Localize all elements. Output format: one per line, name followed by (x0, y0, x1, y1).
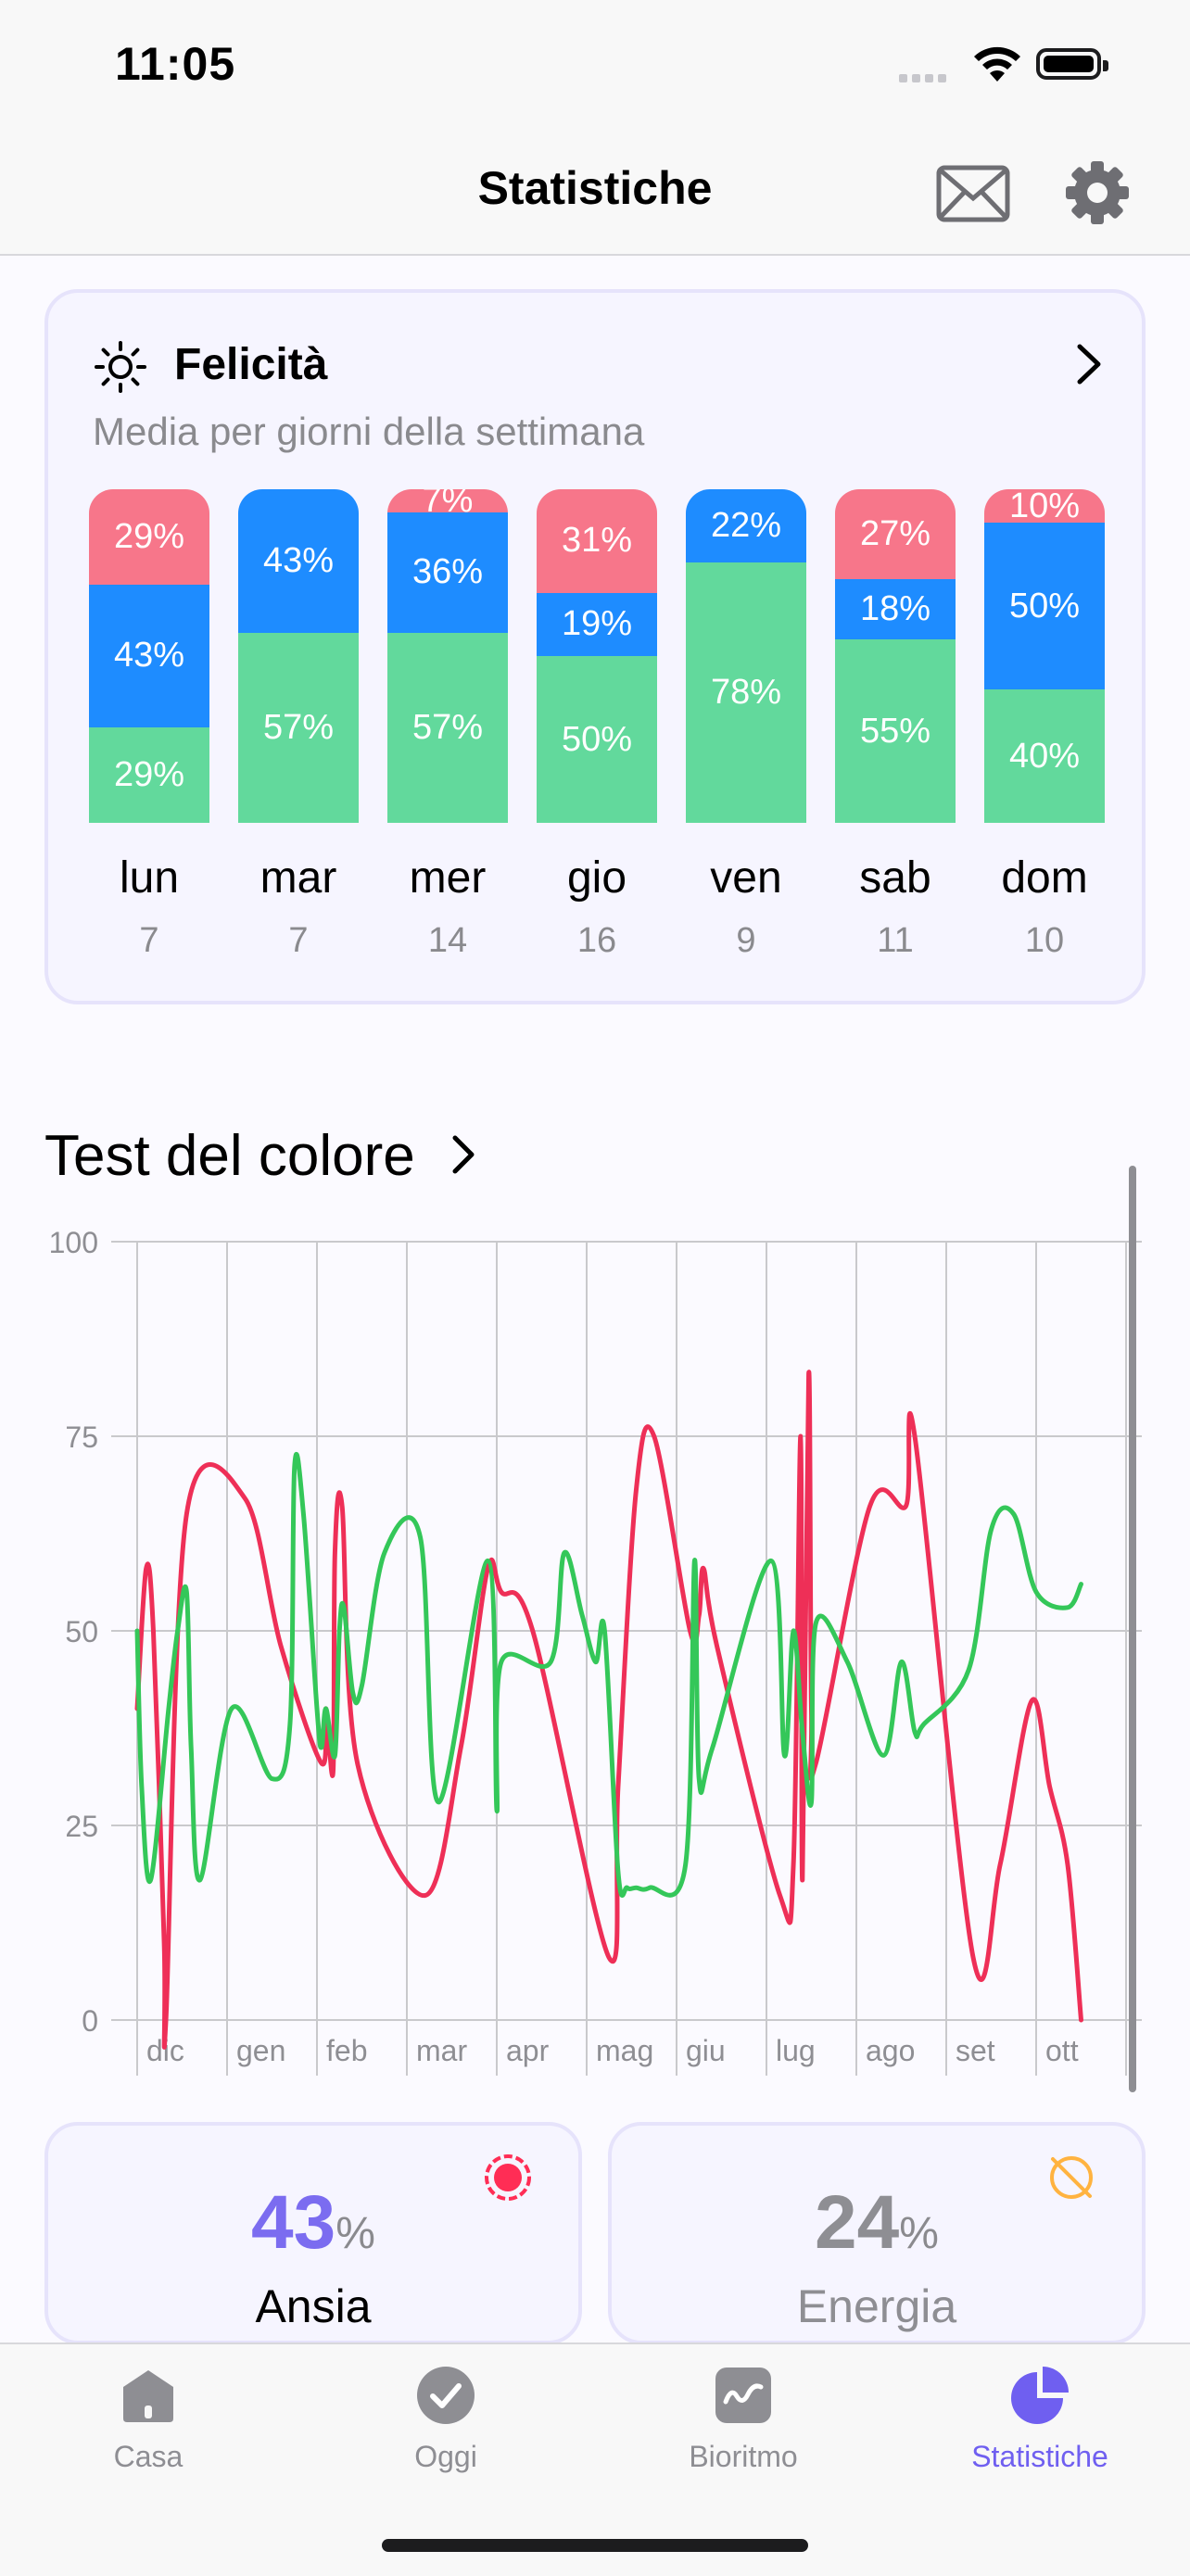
status-time: 11:05 (115, 38, 236, 90)
bar-segment-blue: 22% (686, 489, 806, 563)
day-label: sab (859, 853, 931, 903)
anxiety-value: 43 (251, 2180, 336, 2265)
energy-value: 24 (815, 2180, 900, 2265)
house-icon (123, 2370, 173, 2422)
x-tick-label: mag (596, 2034, 653, 2067)
day-label: mer (409, 853, 487, 903)
color-test-chart: 0255075100dic gen feb mar apr mag giu lug ago set… (49, 1226, 1142, 2076)
bar-segment-red: 29% (89, 489, 209, 586)
x-tick-label: mar (416, 2034, 467, 2067)
x-tick-label: lug (776, 2034, 816, 2067)
day-bar-gio: 31% 19% 50% (537, 489, 657, 823)
bar-segment-green: 57% (387, 632, 508, 823)
color-test-title[interactable]: Test del colore (44, 1123, 415, 1189)
gear-icon[interactable] (1064, 159, 1131, 226)
x-tick-label: giu (686, 2034, 726, 2067)
x-tick-label: ago (866, 2034, 915, 2067)
bar-segment-green: 29% (89, 726, 209, 823)
x-tick-label: apr (506, 2034, 550, 2067)
energy-value-group: 24% (612, 2179, 1142, 2267)
tab-label: Oggi (414, 2440, 477, 2473)
energy-label: Energia (796, 2280, 957, 2332)
tab-bioritmo[interactable]: Bioritmo (632, 2365, 855, 2474)
checkmark-circle-icon (417, 2367, 475, 2424)
happiness-card[interactable]: Felicità Media per giorni della settiman… (44, 289, 1146, 1004)
bar-segment-red: 31% (537, 489, 657, 593)
anxiety-label: Ansia (255, 2280, 372, 2332)
bar-segment-red: 27% (835, 489, 956, 580)
bar-segment-green: 50% (537, 656, 657, 823)
tab-casa[interactable]: Casa (37, 2365, 260, 2474)
tab-oggi[interactable]: Oggi (335, 2365, 557, 2474)
waveform-chart-icon (715, 2368, 771, 2423)
bar-segment-blue: 43% (89, 585, 209, 727)
y-tick-label: 100 (49, 1226, 98, 1259)
day-count: 14 (427, 921, 468, 960)
bar-segment-green: 55% (835, 639, 956, 823)
bar-segment-blue: 18% (835, 579, 956, 639)
tab-label: Statistiche (971, 2440, 1108, 2473)
day-count: 9 (736, 921, 756, 960)
tab-statistiche[interactable]: Statistiche (929, 2365, 1151, 2474)
pie-chart-icon (1011, 2367, 1069, 2424)
energy-tile[interactable]: 24% Energia (608, 2122, 1146, 2344)
day-bar-mer: 7% 36% 57% (387, 489, 508, 823)
x-tick-label: feb (326, 2034, 367, 2067)
day-count: 16 (576, 921, 617, 960)
y-tick-label: 25 (65, 1810, 98, 1843)
day-count: 11 (877, 921, 914, 960)
day-bar-ven: 22% 78% (686, 489, 806, 823)
x-tick-label: ott (1045, 2034, 1079, 2067)
bar-segment-blue: 43% (238, 489, 359, 633)
card-title: Felicità (174, 340, 328, 389)
scroll-indicator[interactable] (1129, 1166, 1136, 2092)
navigation-bar: Statistiche (0, 139, 1190, 256)
status-bar: 11:05 (0, 0, 1190, 139)
day-label: gio (566, 853, 627, 903)
chevron-right-icon[interactable] (1075, 343, 1103, 385)
sun-icon (95, 341, 146, 393)
bar-segment-blue: 19% (537, 592, 657, 656)
bar-segment-green: 57% (238, 632, 359, 823)
day-label: lun (119, 853, 180, 903)
day-count: 7 (139, 921, 159, 960)
day-bar-mar: 43% 57% (238, 489, 359, 823)
day-bar-sab: 27% 18% 55% (835, 489, 956, 823)
chevron-right-icon[interactable] (450, 1134, 476, 1175)
bar-segment-red: 7% (387, 489, 508, 520)
bar-segment-green: 78% (686, 562, 806, 823)
tab-label: Bioritmo (689, 2440, 798, 2473)
tab-label: Casa (113, 2440, 184, 2473)
battery-icon (1036, 48, 1108, 80)
mail-icon[interactable] (936, 165, 1010, 222)
y-tick-label: 0 (82, 2004, 98, 2038)
day-bar-lun: 29% 43% 29% (89, 489, 209, 823)
y-tick-label: 50 (65, 1615, 98, 1648)
page-title: Statistiche (477, 162, 713, 214)
wifi-icon (974, 46, 1020, 82)
anxiety-unit: % (335, 2209, 375, 2258)
energy-unit: % (899, 2209, 939, 2258)
anxiety-tile[interactable]: 43% Ansia (44, 2122, 582, 2344)
day-label: mar (260, 853, 337, 903)
day-bar-dom: 10% 50% 40% (984, 489, 1105, 823)
day-count: 7 (288, 921, 309, 960)
card-subtitle: Media per giorni della settimana (93, 410, 645, 453)
day-label: ven (710, 853, 782, 903)
day-count: 10 (1024, 921, 1065, 960)
weekday-bar-chart: 29% 43% 29% 43% 57% 7% 36% 57% 31% 19% 5… (89, 489, 1108, 823)
x-tick-label: set (956, 2034, 995, 2067)
home-indicator[interactable] (382, 2539, 808, 2552)
bar-segment-blue: 50% (984, 523, 1105, 689)
x-tick-label: gen (236, 2034, 285, 2067)
bar-segment-blue: 36% (387, 512, 508, 633)
day-label: dom (1001, 853, 1088, 903)
y-tick-label: 75 (65, 1421, 98, 1454)
anxiety-value-group: 43% (48, 2179, 578, 2267)
bar-segment-red: 10% (984, 489, 1105, 525)
cellular-signal-icon (899, 70, 951, 87)
bar-segment-green: 40% (984, 689, 1105, 823)
